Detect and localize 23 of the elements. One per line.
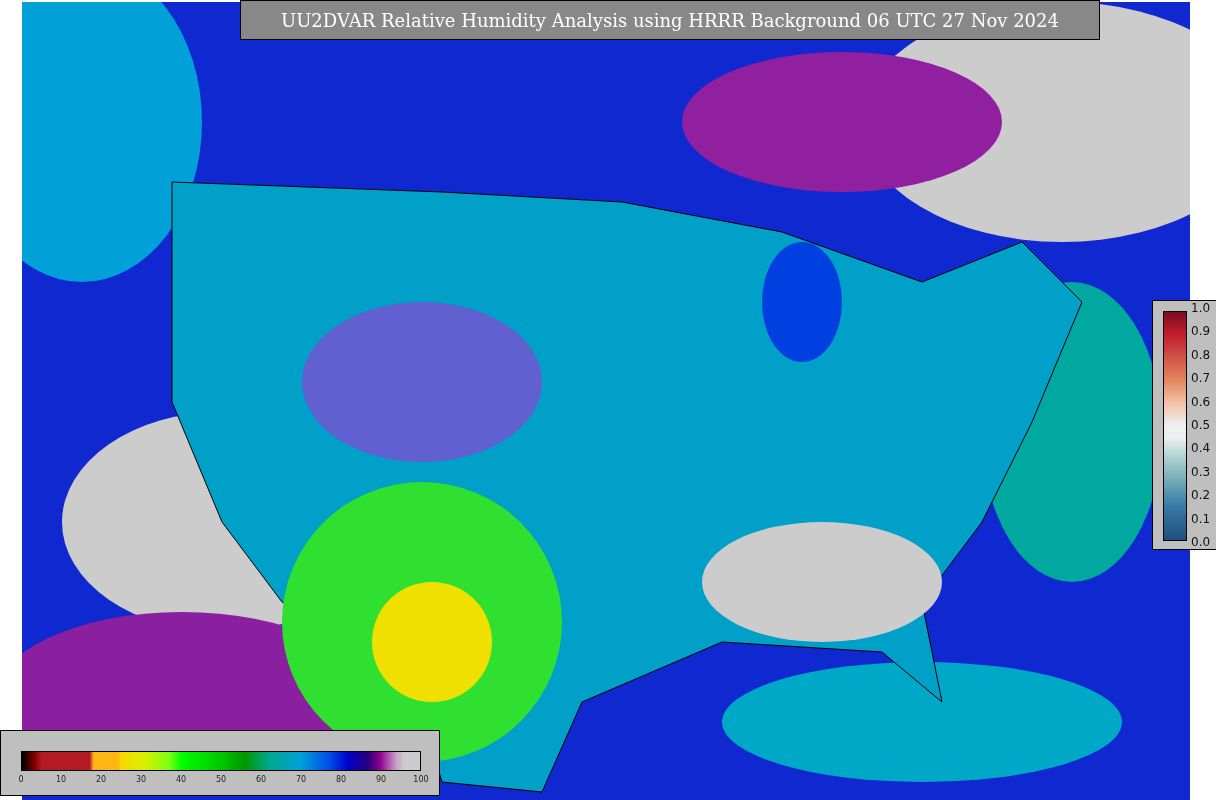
colorbar-tick-label: 60 bbox=[255, 775, 267, 784]
colorbar-tick-label: 40 bbox=[175, 775, 187, 784]
colorbar-tick-label: 0.5 bbox=[1191, 417, 1211, 432]
colorbar-tick-label: 0.1 bbox=[1191, 511, 1211, 526]
colorbar-tick-label: 20 bbox=[95, 775, 107, 784]
colorbar-tick-label: 0.4 bbox=[1191, 441, 1211, 456]
colorbar-tick-label: 80 bbox=[335, 775, 347, 784]
colorbar-tick-label: 0.3 bbox=[1191, 464, 1211, 479]
colorbar-tick-label: 90 bbox=[375, 775, 387, 784]
colorbar-tick-label: 0.7 bbox=[1191, 371, 1211, 386]
colorbar-tick-label: 0.2 bbox=[1191, 488, 1211, 503]
colorbar-tick-label: 0 bbox=[18, 775, 24, 784]
colorbar-tick-label: 10 bbox=[55, 775, 67, 784]
colorbar-tick-label: 0.8 bbox=[1191, 347, 1211, 362]
colorbar-tick-label: 70 bbox=[295, 775, 307, 784]
colorbar-tick-label: 0.9 bbox=[1191, 324, 1211, 339]
map-title: UU2DVAR Relative Humidity Analysis using HRRR Background 06 UTC 27 Nov 2024 bbox=[240, 0, 1100, 40]
colorbar-tick-label: 0.6 bbox=[1191, 394, 1211, 409]
colorbar-tick-label: 30 bbox=[135, 775, 147, 784]
colorbar-tick-label: 100 bbox=[413, 775, 429, 784]
colorbar-tick-label: 50 bbox=[215, 775, 227, 784]
colorbar-tick-label: 0.0 bbox=[1191, 534, 1211, 549]
colorbar-tick-label: 1.0 bbox=[1191, 301, 1211, 315]
